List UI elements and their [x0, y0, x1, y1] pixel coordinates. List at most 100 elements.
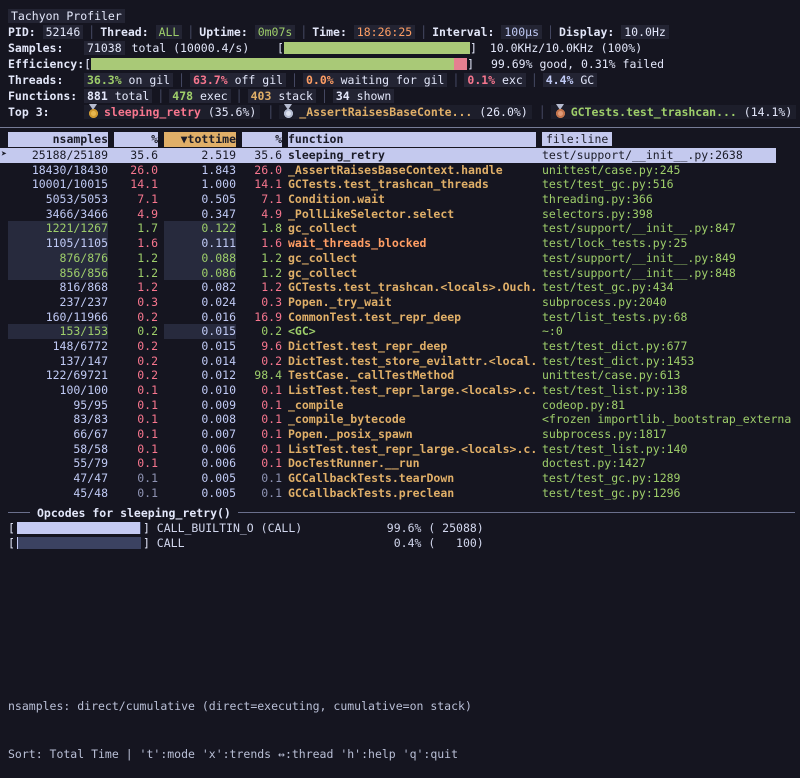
tottime-cell-text: 0.010: [201, 383, 236, 397]
function-cell-text: DocTestRunner.__run: [288, 456, 420, 470]
tottime-cell: 0.015: [164, 339, 236, 354]
table-row[interactable]: 66/670.10.0070.1Popen._posix_spawnsubpro…: [0, 427, 776, 442]
threads-value: 0.0%: [306, 73, 334, 87]
column-header-nsamples[interactable]: nsamples: [8, 132, 108, 147]
table-row[interactable]: 45/480.10.0050.1GCCallbackTests.preclean…: [0, 486, 776, 501]
nsamples-cell-text: 137/147: [60, 354, 108, 368]
tottime-cell: 0.012: [164, 368, 236, 383]
file-line-cell-text: doctest.py:1427: [542, 456, 646, 470]
file-line-cell-text: test/list_tests.py:68: [542, 310, 687, 324]
pct-cumulative-cell: 14.1: [242, 177, 282, 192]
file-line-cell: test/support/__init__.py:847: [542, 221, 776, 236]
function-cell: sleeping_retry: [288, 148, 536, 163]
table-row[interactable]: 55/790.10.0060.1DocTestRunner.__rundocte…: [0, 456, 776, 471]
bar-bracket: [: [84, 57, 91, 71]
opcode-row: [] CALL_BUILTIN_O (CALL)99.6% ( 25088): [0, 521, 800, 537]
pct-cumulative-cell-text: 4.9: [261, 207, 282, 221]
file-line-cell: doctest.py:1427: [542, 456, 776, 471]
pct-cumulative-cell-text: 1.6: [261, 236, 282, 250]
table-row[interactable]: 856/8561.20.0861.2gc_collecttest/support…: [0, 266, 776, 281]
file-line-cell-text: subprocess.py:2040: [542, 295, 667, 309]
pct-direct-cell: 1.2: [114, 266, 158, 281]
file-line-cell: test/test_list.py:140: [542, 442, 776, 457]
nsamples-cell-text: 856/856: [8, 266, 108, 281]
table-row[interactable]: 95/950.10.0090.1_compilecodeop.py:81: [0, 398, 776, 413]
table-row[interactable]: 47/470.10.0050.1GCCallbackTests.tearDown…: [0, 471, 776, 486]
table-row[interactable]: 148/67720.20.0159.6DictTest.test_repr_de…: [0, 339, 776, 354]
function-cell-text: gc_collect: [288, 251, 357, 265]
nsamples-cell: 95/95: [8, 398, 108, 413]
functions-segment-exec: 478 exec: [169, 89, 230, 103]
rule-left: [8, 512, 30, 513]
column-header-file-line[interactable]: file:line: [542, 132, 776, 147]
table-row[interactable]: 160/119660.20.01616.9CommonTest.test_rep…: [0, 310, 776, 325]
file-line-cell-text: test/test_gc.py:1296: [542, 486, 680, 500]
pct-cumulative-cell: 98.4: [242, 368, 282, 383]
tottime-cell: 0.006: [164, 442, 236, 457]
functions-segment-stack: 403 stack: [248, 89, 316, 103]
bronze-medal-icon: [555, 105, 566, 118]
table-row[interactable]: 122/697210.20.01298.4TestCase._callTestM…: [0, 368, 776, 383]
pct-direct-cell: 1.2: [114, 280, 158, 295]
pct-direct-cell-text: 14.1: [130, 177, 158, 191]
table-row[interactable]: 100/1000.10.0100.1ListTest.test_repr_lar…: [0, 383, 776, 398]
file-line-cell: threading.py:366: [542, 192, 776, 207]
function-cell: TestCase._callTestMethod: [288, 368, 536, 383]
status-time-value: 18:26:25: [354, 25, 415, 39]
threads-value: 4.4%: [546, 73, 574, 87]
column-header-tottime-sorted[interactable]: ▼tottime: [164, 132, 236, 147]
table-row[interactable]: 83/830.10.0080.1_compile_bytecode<frozen…: [0, 412, 776, 427]
bar-bracket: ]: [470, 41, 477, 55]
table-row[interactable]: 18430/1843026.01.84326.0_AssertRaisesBas…: [0, 163, 776, 178]
table-row[interactable]: 153/1530.20.0150.2<GC>~:0: [0, 324, 776, 339]
column-header-pct-direct[interactable]: %: [114, 132, 158, 147]
column-header-pct-cumulative[interactable]: %: [242, 132, 282, 147]
function-cell: DictTest.test_store_evilattr.<local...: [288, 354, 536, 369]
tottime-cell-text: 0.008: [201, 412, 236, 426]
function-cell-text: CommonTest.test_repr_deep: [288, 310, 461, 324]
pct-direct-cell-text: 0.2: [137, 354, 158, 368]
separator-bar: │: [231, 89, 248, 103]
file-line-cell-text: selectors.py:398: [542, 207, 653, 221]
function-cell: _compile_bytecode: [288, 412, 536, 427]
pct-direct-cell: 0.2: [114, 324, 158, 339]
table-row[interactable]: 10001/1001514.11.00014.1GCTests.test_tra…: [0, 177, 776, 192]
pct-direct-cell: 7.1: [114, 192, 158, 207]
tottime-cell: 0.010: [164, 383, 236, 398]
tottime-cell-text: 0.086: [164, 266, 236, 281]
functions-value: 403: [251, 89, 272, 103]
pct-direct-cell: 0.1: [114, 427, 158, 442]
tottime-cell: 0.505: [164, 192, 236, 207]
opcode-stat: 99.6% ( 25088): [387, 521, 484, 535]
nsamples-cell-text: 237/237: [60, 295, 108, 309]
table-row[interactable]: 876/8761.20.0881.2gc_collecttest/support…: [0, 251, 776, 266]
function-cell: DictTest.test_repr_deep: [288, 339, 536, 354]
tottime-cell: 0.016: [164, 310, 236, 325]
tottime-cell: 0.015: [164, 324, 236, 339]
page-title: Tachyon Profiler: [8, 9, 125, 23]
table-row[interactable]: 137/1470.20.0140.2DictTest.test_store_ev…: [0, 354, 776, 369]
medal-circle: [89, 109, 98, 118]
pct-direct-cell: 1.7: [114, 221, 158, 236]
pct-direct-cell-text: 1.2: [137, 280, 158, 294]
table-row[interactable]: 237/2370.30.0240.3Popen._try_waitsubproc…: [0, 295, 776, 310]
table-row[interactable]: ➤25188/2518935.62.51935.6sleeping_retryt…: [0, 148, 776, 163]
column-header-function[interactable]: function: [288, 132, 536, 147]
file-line-cell: test/test_gc.py:1296: [542, 486, 776, 501]
table-row[interactable]: 3466/34664.90.3474.9_PollLikeSelector.se…: [0, 207, 776, 222]
status-line: PID: 52146│Thread: ALL│Uptime: 0m07s│Tim…: [0, 24, 800, 40]
table-row[interactable]: 1105/11051.60.1111.6wait_threads_blocked…: [0, 236, 776, 251]
opcode-bar: [17, 522, 141, 534]
top3-percent: (26.0%): [472, 105, 527, 119]
table-row[interactable]: 5053/50537.10.5057.1Condition.waitthread…: [0, 192, 776, 207]
function-cell-text: gc_collect: [288, 266, 357, 280]
pct-cumulative-cell-text: 98.4: [254, 368, 282, 382]
nsamples-cell: 153/153: [8, 324, 108, 339]
nsamples-cell-text: 83/83: [73, 412, 108, 426]
table-row[interactable]: 816/8681.20.0821.2GCTests.test_trashcan.…: [0, 280, 776, 295]
table-row[interactable]: 1221/12671.70.1221.8gc_collecttest/suppo…: [0, 221, 776, 236]
table-row[interactable]: 58/580.10.0060.1ListTest.test_repr_large…: [0, 442, 776, 457]
nsamples-cell: 100/100: [8, 383, 108, 398]
file-line-cell: codeop.py:81: [542, 398, 776, 413]
separator-bar: │: [83, 25, 100, 39]
